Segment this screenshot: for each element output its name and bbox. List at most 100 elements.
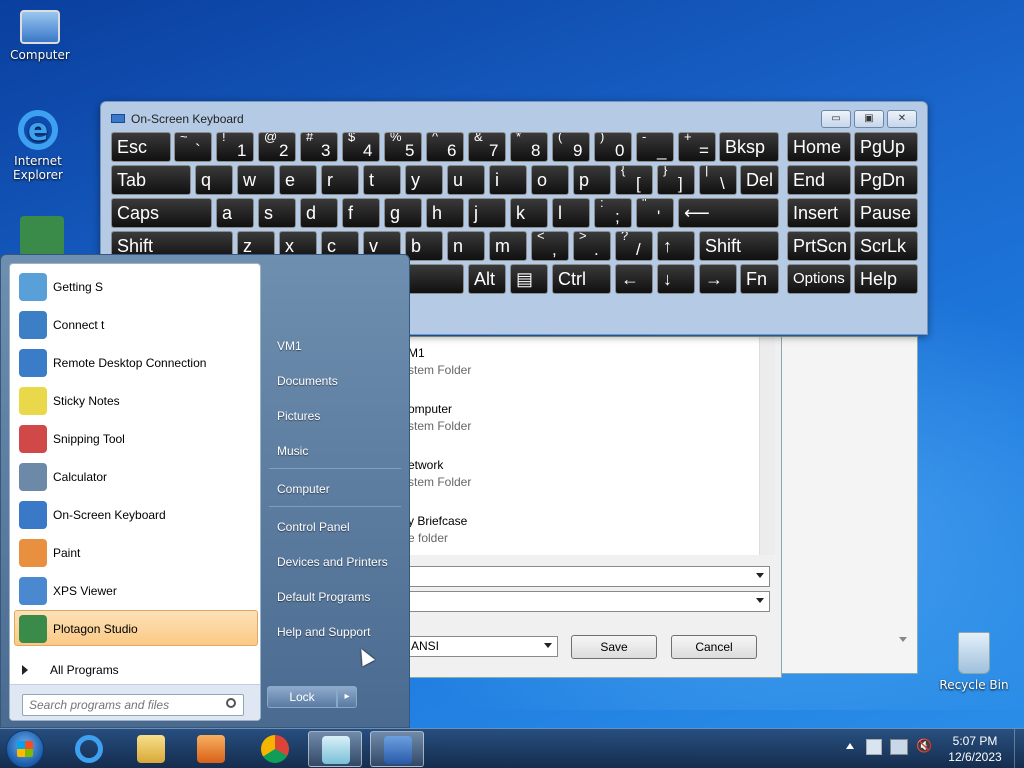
key-caps[interactable]: Caps <box>111 198 212 228</box>
key-b[interactable]: b <box>405 231 443 261</box>
key-'[interactable]: " ' <box>636 198 674 228</box>
key-/[interactable]: ? / <box>615 231 653 261</box>
start-link-devices-and-printers[interactable]: Devices and Printers <box>277 555 388 569</box>
search-input[interactable] <box>22 694 244 716</box>
key-help[interactable]: Help <box>854 264 918 294</box>
file-list-scrollbar[interactable] <box>759 337 775 555</box>
key-pause[interactable]: Pause <box>854 198 918 228</box>
key-t[interactable]: t <box>363 165 401 195</box>
key-=[interactable]: + = <box>678 132 716 162</box>
key-pgdn[interactable]: PgDn <box>854 165 918 195</box>
taskbar-on-screen-keyboard[interactable] <box>370 731 424 767</box>
key-r[interactable]: r <box>321 165 359 195</box>
key-home[interactable]: Home <box>787 132 851 162</box>
key-[interactable]: ▤ <box>510 264 548 294</box>
key-m[interactable]: m <box>489 231 527 261</box>
key-options[interactable]: Options <box>787 264 851 294</box>
key-ctrl[interactable]: Ctrl <box>552 264 611 294</box>
cancel-button[interactable]: Cancel <box>671 635 757 659</box>
key-pgup[interactable]: PgUp <box>854 132 918 162</box>
start-item-connect-t[interactable]: Connect t <box>14 306 258 342</box>
key-fn[interactable]: Fn <box>740 264 779 294</box>
key-s[interactable]: s <box>258 198 296 228</box>
start-item-snipping-tool[interactable]: Snipping Tool <box>14 420 258 456</box>
lock-button[interactable]: Lock <box>267 686 337 708</box>
file-item-briefcase[interactable]: y Briefcase e folder <box>408 514 467 545</box>
key-tab[interactable]: Tab <box>111 165 191 195</box>
start-item-remote-desktop-connection[interactable]: Remote Desktop Connection <box>14 344 258 380</box>
key-;[interactable]: :; <box>594 198 632 228</box>
network-icon[interactable] <box>890 739 908 755</box>
key-w[interactable]: w <box>237 165 275 195</box>
show-hidden-icons-icon[interactable] <box>846 743 854 749</box>
shutdown-options-button[interactable]: ▸ <box>337 686 357 708</box>
start-link-computer[interactable]: Computer <box>277 482 330 496</box>
start-link-help-and-support[interactable]: Help and Support <box>277 625 370 639</box>
file-item-network[interactable]: etwork stem Folder <box>408 458 471 489</box>
key-insert[interactable]: Insert <box>787 198 851 228</box>
maximize-button[interactable]: ▣ <box>854 110 884 128</box>
minimize-button[interactable]: ▭ <box>821 110 851 128</box>
key-[interactable]: ↑ <box>657 231 695 261</box>
start-link-music[interactable]: Music <box>277 444 308 458</box>
taskbar-media-player[interactable] <box>184 731 238 767</box>
start-item-on-screen-keyboard[interactable]: On-Screen Keyboard <box>14 496 258 532</box>
save-button[interactable]: Save <box>571 635 657 659</box>
key-o[interactable]: o <box>531 165 569 195</box>
key-d[interactable]: d <box>300 198 338 228</box>
key-a[interactable]: a <box>216 198 254 228</box>
encoding-select[interactable]: ANSI <box>404 636 558 657</box>
key-[interactable]: ⟵ <box>678 198 779 228</box>
key-g[interactable]: g <box>384 198 422 228</box>
start-link-documents[interactable]: Documents <box>277 374 338 388</box>
start-link-vm1[interactable]: VM1 <box>277 339 302 353</box>
key-q[interactable]: q <box>195 165 233 195</box>
key-4[interactable]: $4 <box>342 132 380 162</box>
key-0[interactable]: ) 0 <box>594 132 632 162</box>
key-[interactable]: ↓ <box>657 264 695 294</box>
key-7[interactable]: & 7 <box>468 132 506 162</box>
key-,[interactable]: <, <box>531 231 569 261</box>
taskbar-file-explorer[interactable] <box>124 731 178 767</box>
key-.[interactable]: >. <box>573 231 611 261</box>
taskbar-notepad[interactable] <box>308 731 362 767</box>
key-][interactable]: }] <box>657 165 695 195</box>
key-l[interactable]: l <box>552 198 590 228</box>
close-button[interactable]: ✕ <box>887 110 917 128</box>
desktop-icon-recycle-bin[interactable]: Recycle Bin <box>938 632 1010 692</box>
key-k[interactable]: k <box>510 198 548 228</box>
show-desktop-button[interactable] <box>1014 729 1024 768</box>
key-\[interactable]: | \ <box>699 165 737 195</box>
key-bksp[interactable]: Bksp <box>719 132 779 162</box>
key-shift[interactable]: Shift <box>699 231 779 261</box>
key-p[interactable]: p <box>573 165 611 195</box>
start-item-sticky-notes[interactable]: Sticky Notes <box>14 382 258 418</box>
action-center-icon[interactable] <box>866 739 882 755</box>
key-del[interactable]: Del <box>740 165 779 195</box>
file-name-field[interactable] <box>404 566 770 587</box>
key-[interactable]: ← <box>615 264 653 294</box>
file-item-vm1[interactable]: M1 stem Folder <box>408 346 471 377</box>
key-[[interactable]: {[ <box>615 165 653 195</box>
all-programs-link[interactable]: All Programs <box>14 658 258 682</box>
key-esc[interactable]: Esc <box>111 132 171 162</box>
start-item-calculator[interactable]: Calculator <box>14 458 258 494</box>
start-item-xps-viewer[interactable]: XPS Viewer <box>14 572 258 608</box>
taskbar-internet-explorer[interactable] <box>62 731 116 767</box>
start-link-pictures[interactable]: Pictures <box>277 409 320 423</box>
key-end[interactable]: End <box>787 165 851 195</box>
key-scrlk[interactable]: ScrLk <box>854 231 918 261</box>
key-prtscn[interactable]: PrtScn <box>787 231 851 261</box>
key-`[interactable]: ~ ` <box>174 132 212 162</box>
key-3[interactable]: #3 <box>300 132 338 162</box>
key-8[interactable]: * 8 <box>510 132 548 162</box>
file-item-computer[interactable]: omputer stem Folder <box>408 402 471 433</box>
scroll-down-icon[interactable] <box>899 637 907 642</box>
start-item-getting-s[interactable]: Getting S <box>14 268 258 304</box>
key-1[interactable]: ! 1 <box>216 132 254 162</box>
taskbar-chrome[interactable] <box>248 731 302 767</box>
save-as-type-select[interactable] <box>404 591 770 612</box>
key-h[interactable]: h <box>426 198 464 228</box>
clock[interactable]: 5:07 PM 12/6/2023 <box>940 733 1010 765</box>
key-u[interactable]: u <box>447 165 485 195</box>
